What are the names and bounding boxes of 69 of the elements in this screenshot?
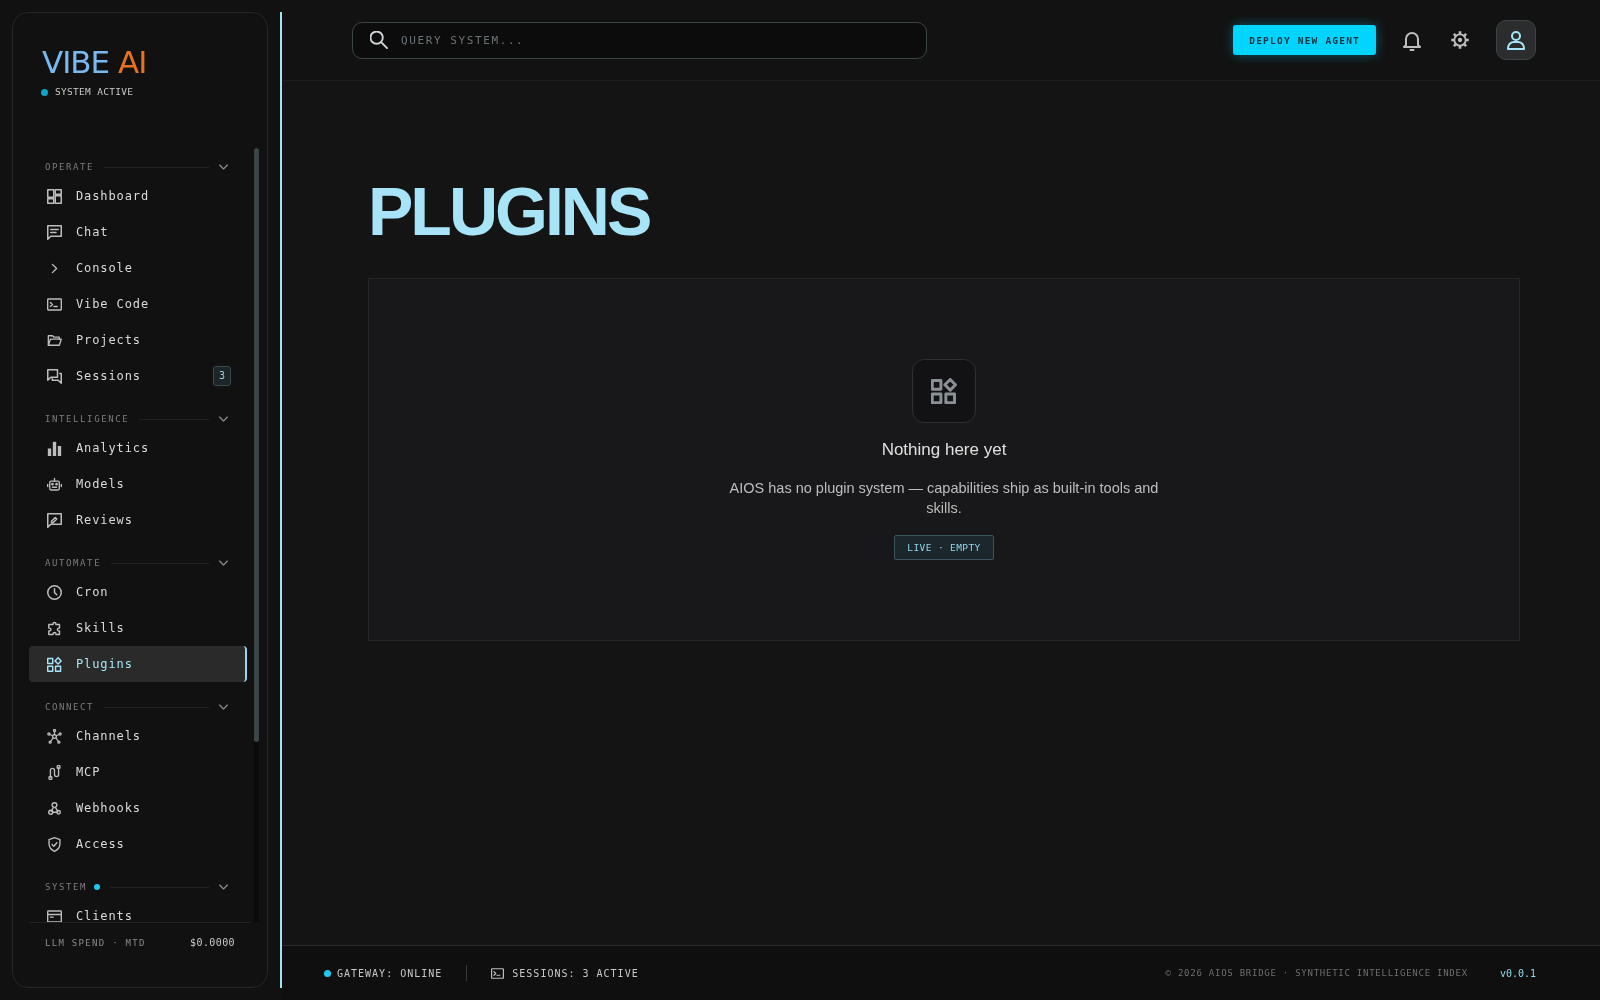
widgets-icon [912,359,976,423]
bar-chart-icon [47,440,62,456]
spend-label: LLM SPEND · MTD [45,937,146,949]
section-label: AUTOMATE [45,557,102,569]
cable-icon [47,764,62,780]
chat-edit-icon [47,512,62,528]
sidebar-item[interactable]: Vibe Code [29,286,247,322]
sidebar-item[interactable]: MCP [29,754,247,790]
section-label: INTELLIGENCE [45,413,130,425]
webhook-icon [47,800,62,816]
settings-icon [1450,30,1470,50]
terminal-icon [491,967,505,979]
deploy-button[interactable]: DEPLOY NEW AGENT [1233,25,1376,55]
sessions-status: SESSIONS: 3 ACTIVE [512,967,639,979]
user-icon [1507,30,1525,50]
copyright-text: © 2026 AIOS BRIDGE · SYNTHETIC INTELLIGENCE INDEX [1165,968,1468,978]
terminal-icon [47,296,62,312]
settings-button[interactable] [1450,30,1470,50]
chevron-right-icon [51,262,58,274]
puzzle-icon [47,620,62,636]
sidebar-item[interactable]: Access [29,826,247,862]
search-icon [370,30,388,49]
robot-icon [47,476,62,492]
chevron-down-icon[interactable] [219,164,228,170]
logo: VIBE AI [42,47,147,77]
sidebar-item[interactable]: Skills [29,610,247,646]
shield-check-icon [47,836,62,852]
sidebar-item[interactable]: Reviews [29,502,247,538]
gateway-status: GATEWAY: ONLINE [337,967,443,979]
sidebar-item[interactable]: Clients [29,898,247,922]
chevron-down-icon[interactable] [219,560,228,566]
version-label: v0.0.1 [1499,967,1536,979]
sidebar-item[interactable]: Channels [29,718,247,754]
hub-icon [47,728,62,744]
bell-icon [1403,29,1421,51]
status-label: SYSTEM ACTIVE [55,86,134,98]
search-field[interactable]: QUERY SYSTEM... [352,21,927,59]
chevron-down-icon[interactable] [219,704,228,710]
sidebar-item[interactable]: Webhooks [29,790,247,826]
sidebar-item[interactable]: Cron [29,574,247,610]
sidebar-item[interactable]: Plugins [29,646,247,682]
scrollbar-thumb[interactable] [254,148,259,742]
page-title: PLUGINS [368,177,650,245]
sidebar-item[interactable]: Dashboard [29,178,247,214]
chat-bubble-icon [47,224,62,240]
spend-value: $0.0000 [190,937,235,949]
sidebar-item[interactable]: Chat [29,214,247,250]
sidebar-item[interactable]: Sessions 3 [29,358,247,394]
sidebar-item[interactable]: Projects [29,322,247,358]
empty-state-message: AIOS has no plugin system — capabilities ship as built-in tools and skills. [728,479,1160,518]
folder-icon [47,332,62,348]
section-label: SYSTEM [45,881,88,893]
chevron-down-icon[interactable] [219,416,228,422]
empty-state-heading: Nothing here yet [881,439,1007,461]
sidebar-item[interactable]: Analytics [29,430,247,466]
clock-icon [47,584,62,600]
sidebar-item[interactable]: Models [29,466,247,502]
widgets-icon [47,656,62,672]
layout-grid-icon [47,188,62,204]
chat-bubbles-icon [47,368,62,384]
notifications-button[interactable] [1403,29,1421,51]
section-label: OPERATE [45,161,95,173]
sidebar-item[interactable]: Console [29,250,247,286]
window-icon [47,908,62,922]
status-chip: LIVE · EMPTY [894,535,994,560]
chevron-down-icon[interactable] [219,884,228,890]
profile-button[interactable] [1496,20,1536,60]
section-label: CONNECT [45,701,95,713]
count-badge: 3 [212,366,231,386]
